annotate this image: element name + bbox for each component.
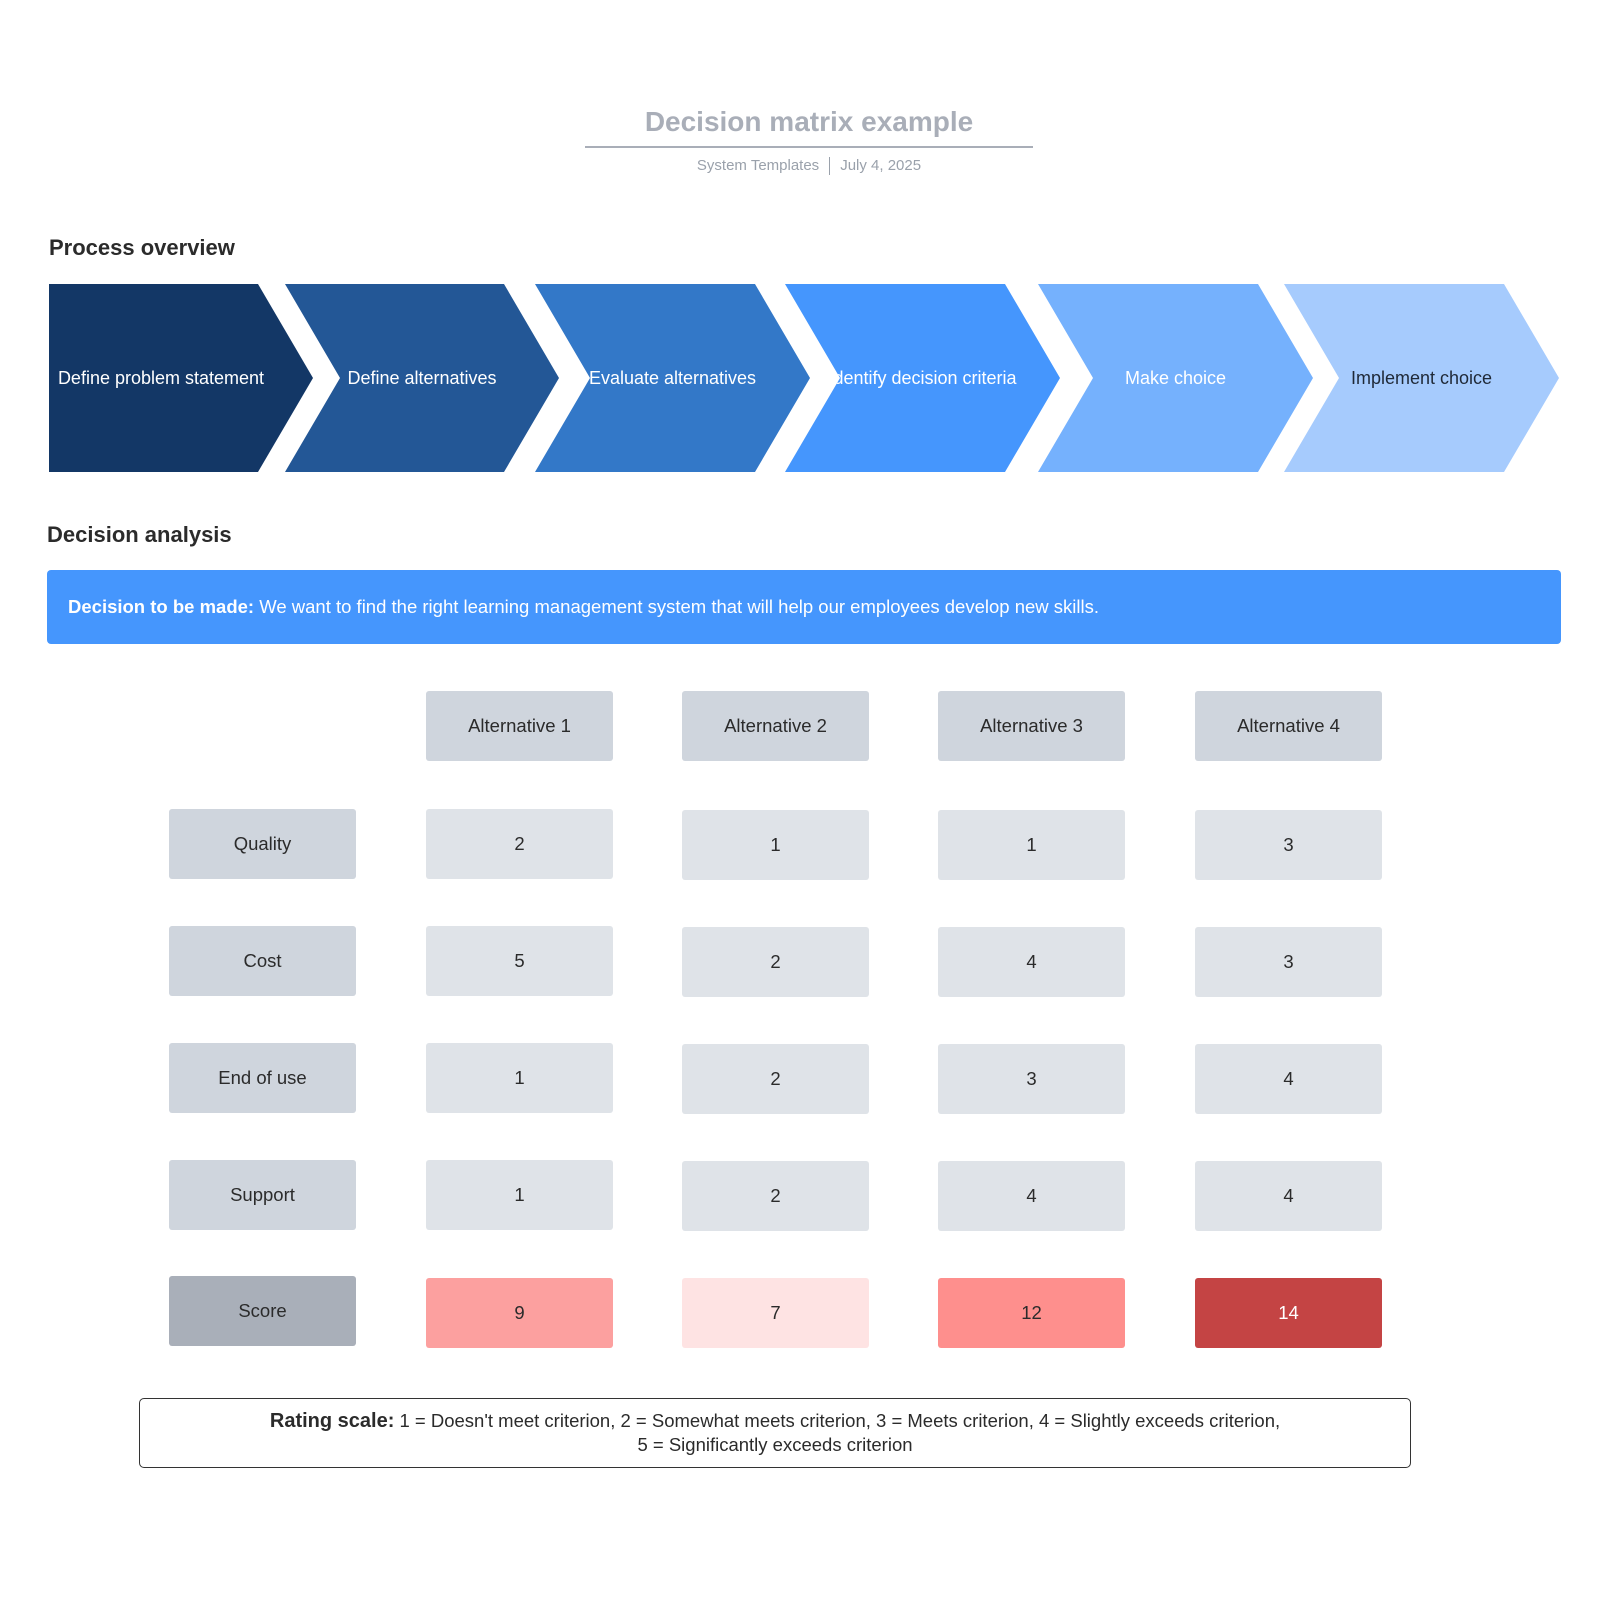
rating-scale: Rating scale: 1 = Doesn't meet criterion…	[139, 1398, 1411, 1468]
score-cell: 7	[682, 1278, 869, 1348]
rating-cell: 5	[426, 926, 613, 996]
rating-line-2: 5 = Significantly exceeds criterion	[637, 1434, 913, 1455]
alternative-header: Alternative 4	[1195, 691, 1382, 761]
process-step: Implement choice	[1284, 284, 1559, 472]
score-label: Score	[169, 1276, 356, 1346]
rating-cell: 1	[938, 810, 1125, 880]
process-step-label: Evaluate alternatives	[588, 367, 757, 388]
process-step: Define problem statement	[49, 284, 313, 472]
criterion-label: End of use	[169, 1043, 356, 1113]
criterion-label: Quality	[169, 809, 356, 879]
title-underline	[585, 146, 1033, 148]
rating-cell: 1	[682, 810, 869, 880]
criterion-label: Support	[169, 1160, 356, 1230]
rating-line-1: 1 = Doesn't meet criterion, 2 = Somewhat…	[394, 1410, 1281, 1431]
decision-label: Decision to be made	[68, 596, 248, 617]
alternative-header: Alternative 3	[938, 691, 1125, 761]
process-step: Make choice	[1038, 284, 1313, 472]
rating-cell: 1	[426, 1160, 613, 1230]
rating-label: Rating scale:	[269, 1410, 395, 1432]
decision-banner: Decision to be made: We want to find the…	[47, 570, 1561, 644]
process-heading: Process overview	[49, 235, 235, 260]
analysis-heading: Decision analysis	[47, 522, 232, 547]
process-step: Identify decision criteria	[785, 284, 1060, 472]
rating-cell: 4	[938, 1161, 1125, 1231]
score-cell: 9	[426, 1278, 613, 1348]
process-step-label: Define alternatives	[347, 367, 497, 388]
rating-cell: 2	[682, 1044, 869, 1114]
rating-cell: 3	[1195, 927, 1382, 997]
rating-cell: 4	[1195, 1044, 1382, 1114]
process-step-label: Make choice	[1124, 367, 1227, 388]
page-title: Decision matrix example	[644, 106, 974, 137]
author: System Templates	[696, 157, 820, 174]
decision-text: We want to find the right learning manag…	[254, 596, 1099, 617]
process-step: Define alternatives	[285, 284, 559, 472]
date: July 4, 2025	[840, 157, 922, 174]
process-step-label: Define problem statement	[57, 367, 265, 388]
process-step-label: Implement choice	[1350, 367, 1493, 388]
rating-cell: 4	[938, 927, 1125, 997]
rating-cell: 1	[426, 1043, 613, 1113]
process-step: Evaluate alternatives	[535, 284, 810, 472]
process-step-label: Identify decision criteria	[828, 367, 1017, 388]
rating-cell: 4	[1195, 1161, 1382, 1231]
rating-cell: 2	[426, 809, 613, 879]
score-cell: 14	[1195, 1278, 1382, 1348]
subtitle: System Templates July 4, 2025	[585, 157, 1033, 176]
alternative-header: Alternative 1	[426, 691, 613, 761]
rating-cell: 2	[682, 927, 869, 997]
criterion-label: Cost	[169, 926, 356, 996]
rating-cell: 3	[938, 1044, 1125, 1114]
alternative-header: Alternative 2	[682, 691, 869, 761]
canvas: Decision matrix example System Templates…	[0, 0, 1600, 1600]
rating-cell: 3	[1195, 810, 1382, 880]
divider	[829, 157, 831, 176]
rating-cell: 2	[682, 1161, 869, 1231]
score-cell: 12	[938, 1278, 1125, 1348]
